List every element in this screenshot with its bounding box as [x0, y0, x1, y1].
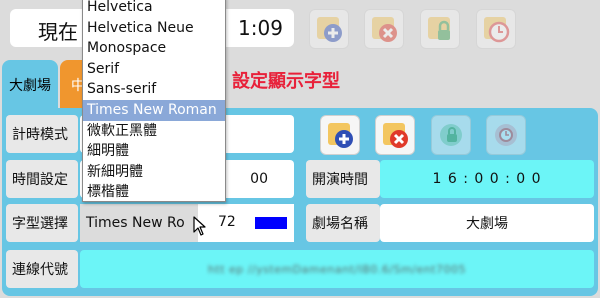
- font-select-value: Times New Ro: [86, 215, 185, 231]
- clock-icon: [495, 124, 517, 146]
- theatre-name-value: 大劇場: [466, 216, 508, 232]
- time-setting-value: 00: [250, 171, 268, 187]
- time-setting-label: 時間設定: [6, 160, 78, 198]
- font-option-highlighted[interactable]: Times New Roman: [83, 99, 225, 121]
- plus-circle-icon: [328, 123, 353, 148]
- top-delete-button[interactable]: [364, 9, 404, 49]
- show-time-value: 1 6 : 0 0 : 0 0: [432, 171, 542, 187]
- font-option[interactable]: Helvetica Neue: [83, 18, 225, 39]
- top-timer-button[interactable]: [476, 9, 516, 49]
- top-add-button[interactable]: [309, 9, 349, 49]
- font-option[interactable]: 微軟正黑體: [83, 121, 225, 142]
- plus-circle-icon: [317, 17, 342, 42]
- timer-button[interactable]: [486, 115, 526, 155]
- x-circle-icon: [383, 123, 408, 148]
- add-button[interactable]: [320, 115, 360, 155]
- x-circle-icon: [372, 17, 397, 42]
- connection-code-label: 連線代號: [6, 250, 78, 288]
- font-dropdown-list[interactable]: Helvetica Helvetica Neue Monospace Serif…: [82, 0, 226, 202]
- delete-button[interactable]: [375, 115, 415, 155]
- font-option[interactable]: 新細明體: [83, 162, 225, 183]
- font-option[interactable]: Helvetica: [83, 0, 225, 18]
- timer-mode-label: 計時模式: [6, 115, 78, 153]
- font-option[interactable]: 細明體: [83, 141, 225, 162]
- top-lock-button[interactable]: [420, 9, 460, 49]
- current-time-value: 1:09: [238, 16, 283, 40]
- lock-button[interactable]: [431, 115, 471, 155]
- clock-icon: [484, 17, 510, 43]
- font-color-swatch[interactable]: [255, 217, 287, 229]
- tab-grand-theatre[interactable]: 大劇場: [2, 60, 58, 110]
- font-select[interactable]: Times New Ro: [80, 204, 198, 242]
- font-option[interactable]: Serif: [83, 59, 225, 80]
- font-select-label: 字型選擇: [6, 204, 78, 242]
- mouse-cursor-icon: [193, 216, 206, 236]
- current-time-label: 現在: [38, 20, 78, 44]
- tab-grand-theatre-label: 大劇場: [9, 78, 51, 94]
- font-size-value: 72: [218, 214, 236, 230]
- theatre-name-label: 劇場名稱: [306, 204, 380, 242]
- show-time-label: 開演時間: [306, 160, 380, 198]
- show-time-field[interactable]: 1 6 : 0 0 : 0 0: [380, 160, 594, 198]
- font-option[interactable]: Sans-serif: [83, 79, 225, 100]
- font-size-field[interactable]: 72: [198, 204, 294, 242]
- lock-icon: [440, 124, 462, 146]
- theatre-name-field[interactable]: 大劇場: [380, 204, 594, 242]
- font-option[interactable]: 標楷體: [83, 182, 225, 201]
- connection-code-field[interactable]: htt ep //ystemDamenant/IB0.6/Sm/ent7005: [80, 250, 594, 288]
- lock-icon: [428, 17, 450, 40]
- font-option[interactable]: Monospace: [83, 38, 225, 59]
- page-title: 設定顯示字型: [232, 71, 340, 92]
- connection-code-value: htt ep //ystemDamenant/IB0.6/Sm/ent7005: [207, 262, 467, 276]
